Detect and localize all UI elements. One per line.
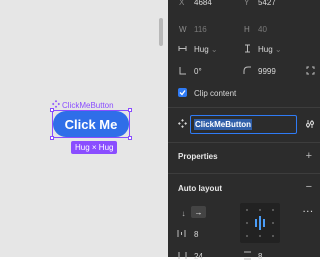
width-resizing-select[interactable]: Hug ⌄: [194, 45, 218, 54]
gap-icon: [177, 229, 186, 240]
component-name-text: ClickMeButton: [62, 100, 114, 110]
size-badge: Hug × Hug: [71, 141, 118, 154]
selection-handle-br[interactable]: [128, 136, 132, 140]
clip-content-checkbox[interactable]: [178, 88, 187, 97]
size-row: W 116 H 40: [168, 23, 320, 37]
selection-handle-bl[interactable]: [50, 136, 54, 140]
corner-radius-field[interactable]: 9999: [258, 67, 276, 76]
divider: [168, 173, 320, 174]
independent-corners-icon[interactable]: [306, 66, 315, 77]
w-label: W: [179, 25, 187, 34]
position-row: X 4684 Y 5427: [168, 0, 320, 10]
layer-name-input[interactable]: ClickMeButton: [190, 115, 297, 134]
rotation-icon: [178, 66, 187, 77]
selection-handle-tl[interactable]: [50, 108, 54, 112]
selection-box: [52, 110, 130, 138]
y-label: Y: [244, 0, 250, 7]
design-panel: X 4684 Y 5427 W 116 H 40 Hug ⌄ Hug ⌄ 0° …: [168, 0, 320, 261]
resizing-row: Hug ⌄ Hug ⌄: [168, 43, 320, 57]
chevron-down-icon: ⌄: [274, 45, 282, 54]
arrow-down-icon: ↓: [181, 208, 186, 218]
width-resizing-icon: [178, 44, 187, 55]
direction-vertical-button[interactable]: ↓: [176, 207, 191, 219]
add-property-icon[interactable]: +: [306, 150, 312, 162]
design-canvas[interactable]: ClickMeButton Click Me Hug × Hug: [0, 0, 168, 257]
selection-handle-tr[interactable]: [128, 108, 132, 112]
rotation-radius-row: 0° 9999: [168, 65, 320, 79]
x-label: X: [179, 0, 185, 7]
height-resizing-icon: [243, 44, 252, 55]
direction-horizontal-button[interactable]: →: [191, 206, 206, 218]
height-resizing-select[interactable]: Hug ⌄: [258, 45, 282, 54]
component-name-label[interactable]: ClickMeButton: [52, 100, 114, 110]
canvas-scrollbar[interactable]: [159, 18, 163, 46]
component-properties-icon[interactable]: [305, 119, 315, 131]
corner-radius-icon: [243, 66, 252, 77]
chevron-down-icon: ⌄: [210, 45, 218, 54]
clip-content-label: Clip content: [194, 89, 237, 98]
gap-field[interactable]: 8: [194, 230, 198, 239]
rotation-field[interactable]: 0°: [194, 67, 202, 76]
divider: [168, 142, 320, 143]
layer-name-text: ClickMeButton: [194, 119, 252, 130]
h-label: H: [244, 25, 250, 34]
more-options-icon[interactable]: ···: [303, 207, 314, 216]
divider: [168, 107, 320, 108]
align-center-indicator: [254, 216, 266, 230]
auto-layout-section-title: Auto layout: [178, 184, 222, 193]
arrow-right-icon: →: [194, 207, 203, 217]
check-icon: [179, 90, 186, 96]
height-field[interactable]: 40: [258, 25, 267, 34]
properties-section-title: Properties: [178, 152, 218, 161]
x-field[interactable]: 4684: [194, 0, 212, 7]
alignment-grid[interactable]: [240, 203, 280, 243]
y-field[interactable]: 5427: [258, 0, 276, 7]
remove-auto-layout-icon[interactable]: −: [306, 181, 312, 193]
padding-row: 24 8: [168, 251, 320, 261]
width-field[interactable]: 116: [194, 25, 207, 34]
component-icon: [178, 119, 187, 130]
